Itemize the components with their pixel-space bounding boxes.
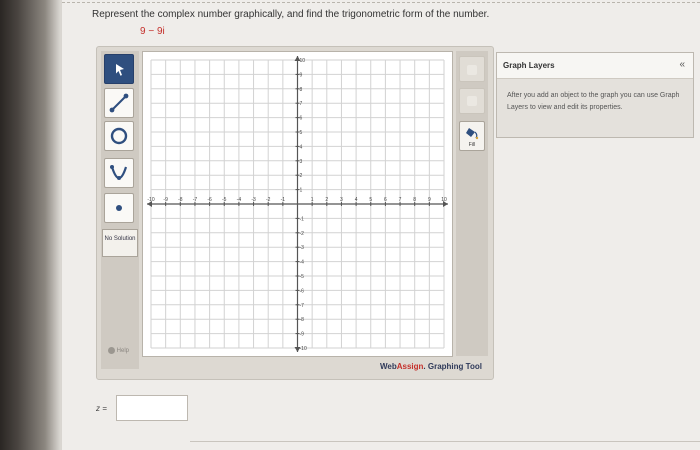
- y-tick-label: 7: [300, 101, 303, 107]
- y-tick-label: -6: [300, 288, 305, 294]
- x-tick-label: -4: [237, 197, 242, 203]
- y-tick-label: -9: [300, 332, 305, 338]
- circle-icon: [110, 127, 128, 145]
- fill-label: Fill: [468, 142, 476, 148]
- fill-bucket-icon: [466, 128, 479, 140]
- y-tick-label: 5: [300, 130, 303, 136]
- graph-layers-header[interactable]: Graph Layers «: [497, 53, 693, 79]
- x-tick-label: 10: [441, 197, 447, 203]
- x-tick-label: 8: [413, 197, 416, 203]
- graph-layers-description: After you add an object to the graph you…: [507, 92, 680, 111]
- x-tick-label: 5: [369, 197, 372, 203]
- brand-accent: Assign: [396, 362, 424, 371]
- line-segment-icon: [109, 93, 129, 113]
- answer-input[interactable]: [116, 395, 188, 421]
- point-icon: [116, 205, 122, 211]
- collapse-icon[interactable]: «: [679, 59, 685, 70]
- help-link[interactable]: Help: [108, 347, 129, 354]
- y-tick-label: -2: [300, 231, 305, 237]
- y-tick-label: 9: [300, 72, 303, 78]
- x-tick-label: -9: [163, 197, 168, 203]
- x-tick-label: 9: [428, 197, 431, 203]
- circle-tool-button[interactable]: [104, 121, 134, 151]
- y-tick-label: 10: [300, 58, 306, 64]
- question-prompt: Represent the complex number graphically…: [92, 9, 490, 20]
- no-solution-button[interactable]: No Solution: [102, 229, 138, 257]
- y-tick-label: -8: [300, 317, 305, 323]
- x-tick-label: -8: [178, 197, 183, 203]
- y-tick-label: -5: [300, 274, 305, 280]
- point-tool-button[interactable]: [104, 193, 134, 223]
- undo-button[interactable]: [459, 88, 485, 114]
- delete-icon: [467, 65, 477, 75]
- delete-button[interactable]: [459, 56, 485, 82]
- bottom-divider: [190, 441, 700, 442]
- x-tick-label: -10: [147, 197, 154, 203]
- coordinate-grid[interactable]: -10 -9 -8 -7 -6 -5 -4 -3 -2 -1 1 2 3 4 5 6 7 8 9 10 10 9 8 7 6 5 4…: [143, 52, 452, 356]
- y-tick-label: -3: [300, 245, 305, 251]
- line-tool-button[interactable]: [104, 88, 134, 118]
- x-tick-label: -1: [281, 197, 286, 203]
- y-tick-label: 8: [300, 87, 303, 93]
- top-divider: [62, 2, 700, 3]
- x-tick-label: 4: [355, 197, 358, 203]
- answer-label: z =: [96, 404, 107, 413]
- x-tick-label: -3: [251, 197, 256, 203]
- pointer-arrow-icon: [116, 64, 124, 76]
- x-tick-label: 1: [311, 197, 314, 203]
- x-tick-label: -2: [266, 197, 271, 203]
- pointer-tool-button[interactable]: [104, 54, 134, 84]
- brand-line: WebAssign. Graphing Tool: [380, 362, 482, 371]
- x-tick-label: 3: [340, 197, 343, 203]
- parabola-icon: [110, 165, 128, 180]
- x-tick-label: -7: [193, 197, 198, 203]
- complex-number: 9 − 9i: [140, 26, 165, 37]
- help-label: Help: [116, 348, 130, 355]
- brand-suffix: . Graphing Tool: [423, 362, 482, 371]
- graph-layers-title: Graph Layers: [503, 61, 555, 70]
- x-tick-label: 2: [325, 197, 328, 203]
- undo-icon: [467, 96, 477, 106]
- desk-edge-shadow: [0, 0, 60, 450]
- graph-layers-panel: Graph Layers « After you add an object t…: [496, 52, 694, 138]
- y-tick-label: -1: [300, 216, 305, 222]
- y-tick-label: 1: [300, 188, 303, 194]
- help-icon: [108, 347, 115, 354]
- y-tick-label: 6: [300, 116, 303, 122]
- y-tick-label: -7: [300, 303, 305, 309]
- brand-main: Web: [380, 362, 397, 371]
- x-tick-label: 7: [399, 197, 402, 203]
- x-tick-label: -5: [222, 197, 227, 203]
- parabola-tool-button[interactable]: [104, 158, 134, 188]
- y-tick-label: 4: [300, 144, 303, 150]
- y-tick-label: -10: [300, 346, 307, 352]
- y-tick-label: -4: [300, 260, 305, 266]
- x-tick-label: -6: [207, 197, 212, 203]
- x-tick-label: 6: [384, 197, 387, 203]
- y-tick-label: 2: [300, 173, 303, 179]
- y-tick-label: 3: [300, 159, 303, 165]
- graph-canvas[interactable]: -10 -9 -8 -7 -6 -5 -4 -3 -2 -1 1 2 3 4 5 6 7 8 9 10 10 9 8 7 6 5 4…: [142, 51, 453, 357]
- fill-button[interactable]: Fill: [459, 121, 485, 151]
